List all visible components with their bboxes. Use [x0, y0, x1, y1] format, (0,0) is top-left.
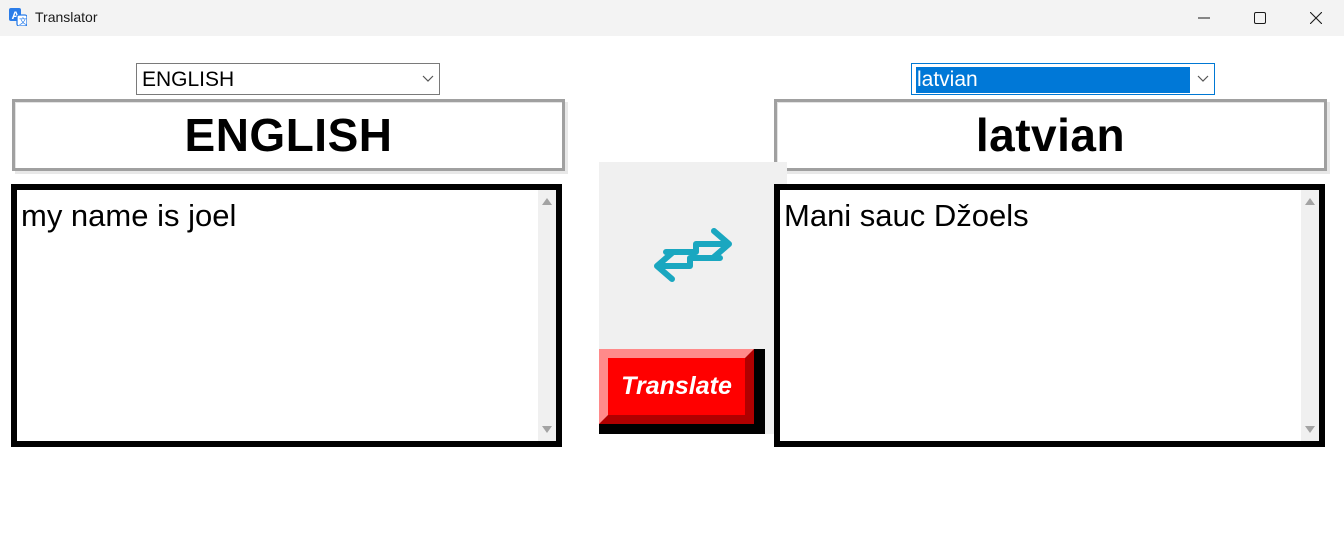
- target-language-label: latvian: [975, 109, 1126, 161]
- source-language-header: ENGLISH: [12, 99, 565, 171]
- minimize-icon: [1198, 17, 1210, 19]
- target-language-header: latvian: [774, 99, 1327, 171]
- source-text-input[interactable]: my name is joel: [11, 184, 562, 447]
- source-language-label: ENGLISH: [184, 109, 393, 161]
- chevron-down-icon[interactable]: [1192, 64, 1214, 94]
- swap-arrows-icon[interactable]: [652, 224, 734, 286]
- close-button[interactable]: [1288, 0, 1344, 36]
- scroll-up-icon[interactable]: [1305, 198, 1315, 205]
- chevron-down-icon[interactable]: [417, 64, 439, 94]
- translate-button-face[interactable]: Translate: [599, 349, 754, 424]
- scroll-down-icon[interactable]: [1305, 426, 1315, 433]
- maximize-icon: [1254, 12, 1266, 24]
- svg-text:文: 文: [19, 16, 27, 26]
- maximize-button[interactable]: [1232, 0, 1288, 36]
- target-text: Mani sauc Džoels: [784, 198, 1029, 233]
- target-language-value: latvian: [916, 67, 1190, 93]
- target-text-output[interactable]: Mani sauc Džoels: [774, 184, 1325, 447]
- close-icon: [1310, 12, 1322, 24]
- translate-app-icon: A 文: [9, 8, 27, 26]
- minimize-button[interactable]: [1176, 0, 1232, 36]
- title-bar: A 文 Translator: [0, 0, 1344, 36]
- scroll-up-icon[interactable]: [542, 198, 552, 205]
- target-scrollbar[interactable]: [1301, 190, 1319, 441]
- source-language-dropdown[interactable]: ENGLISH: [136, 63, 440, 95]
- translate-button-label: Translate: [621, 372, 732, 400]
- translate-button[interactable]: Translate: [599, 349, 765, 434]
- source-text: my name is joel: [21, 198, 237, 233]
- target-language-dropdown[interactable]: latvian: [911, 63, 1215, 95]
- scroll-down-icon[interactable]: [542, 426, 552, 433]
- source-scrollbar[interactable]: [538, 190, 556, 441]
- window-title: Translator: [35, 9, 98, 25]
- source-language-value: ENGLISH: [142, 68, 235, 91]
